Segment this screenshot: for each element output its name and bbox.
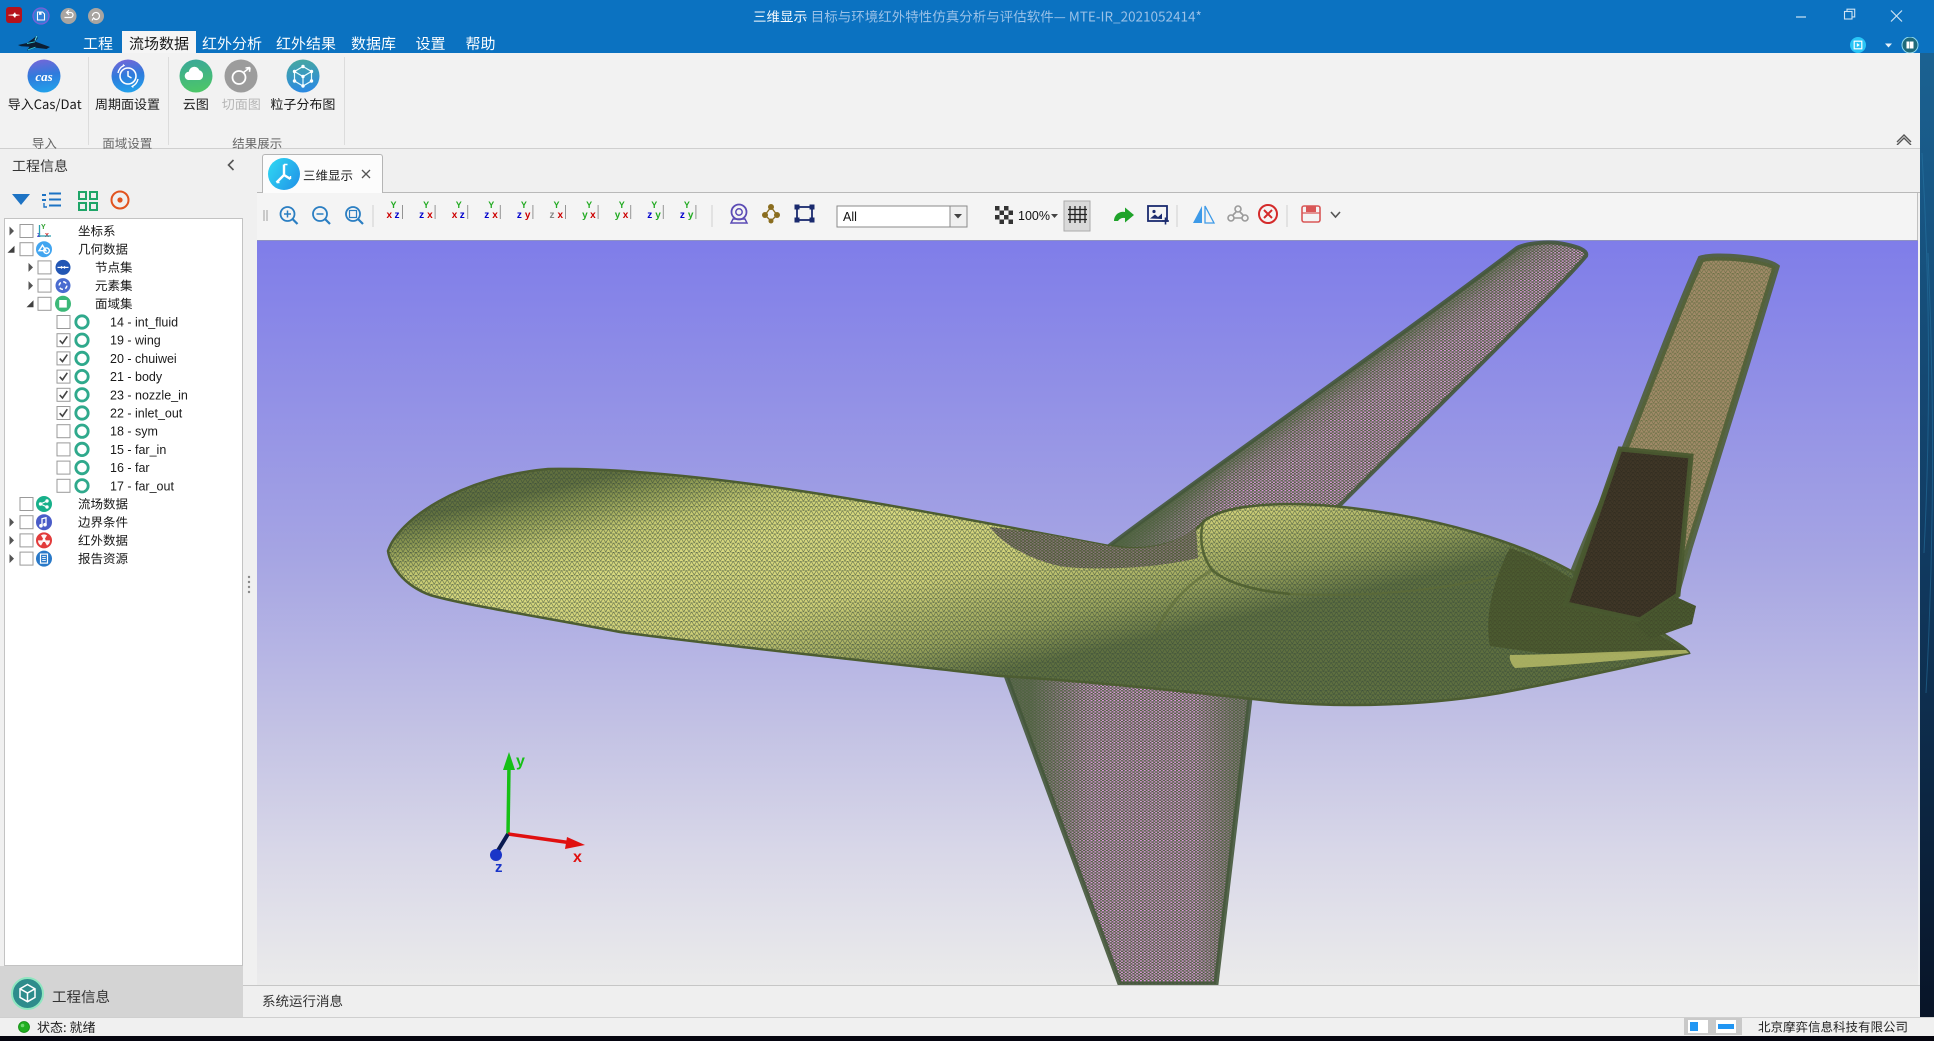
svg-text:z: z: [517, 210, 522, 221]
svg-text:x: x: [558, 210, 564, 221]
svg-text:y: y: [516, 753, 525, 770]
svg-text:Y: Y: [456, 200, 462, 210]
svg-text:y: y: [525, 210, 531, 221]
svg-text:z: z: [419, 210, 424, 221]
svg-text:Y: Y: [391, 200, 397, 210]
svg-text:x: x: [623, 210, 629, 221]
svg-text:18 - sym: 18 - sym: [110, 425, 158, 439]
svg-text:Y: Y: [554, 200, 560, 210]
svg-text:x: x: [427, 210, 433, 221]
svg-text:z: z: [395, 210, 400, 221]
svg-text:14 - int_fluid: 14 - int_fluid: [110, 316, 178, 330]
svg-text:x: x: [492, 210, 498, 221]
svg-text:y: y: [688, 210, 694, 221]
svg-text:Y: Y: [651, 200, 657, 210]
svg-text:x: x: [452, 210, 458, 221]
svg-text:17 - far_out: 17 - far_out: [110, 479, 174, 493]
svg-text:23 - nozzle_in: 23 - nozzle_in: [110, 388, 188, 402]
svg-text:z: z: [647, 210, 652, 221]
svg-text:z: z: [460, 210, 465, 221]
svg-text:y: y: [582, 210, 588, 221]
svg-text:19 - wing: 19 - wing: [110, 334, 161, 348]
svg-text:z: z: [680, 210, 685, 221]
svg-text:z: z: [550, 210, 555, 221]
svg-text:x: x: [590, 210, 596, 221]
svg-text:x: x: [573, 849, 582, 866]
svg-text:Y: Y: [521, 200, 527, 210]
svg-text:Y: Y: [586, 200, 592, 210]
svg-text:Y: Y: [41, 224, 46, 231]
svg-text:y: y: [655, 210, 661, 221]
svg-text:22 - inlet_out: 22 - inlet_out: [110, 407, 183, 421]
svg-text:21 - body: 21 - body: [110, 370, 163, 384]
svg-text:z: z: [495, 859, 503, 876]
svg-text:100%: 100%: [1018, 209, 1050, 223]
svg-text:Y: Y: [684, 200, 690, 210]
svg-text:Y: Y: [488, 200, 494, 210]
svg-text:y: y: [615, 210, 621, 221]
svg-text:z: z: [484, 210, 489, 221]
svg-text:Y: Y: [619, 200, 625, 210]
svg-text:All: All: [843, 210, 857, 224]
svg-text:20 - chuiwei: 20 - chuiwei: [110, 352, 177, 366]
svg-text:15 - far_in: 15 - far_in: [110, 443, 166, 457]
svg-text:x: x: [387, 210, 393, 221]
svg-text:Y: Y: [423, 200, 429, 210]
svg-text:16 - far: 16 - far: [110, 461, 150, 475]
